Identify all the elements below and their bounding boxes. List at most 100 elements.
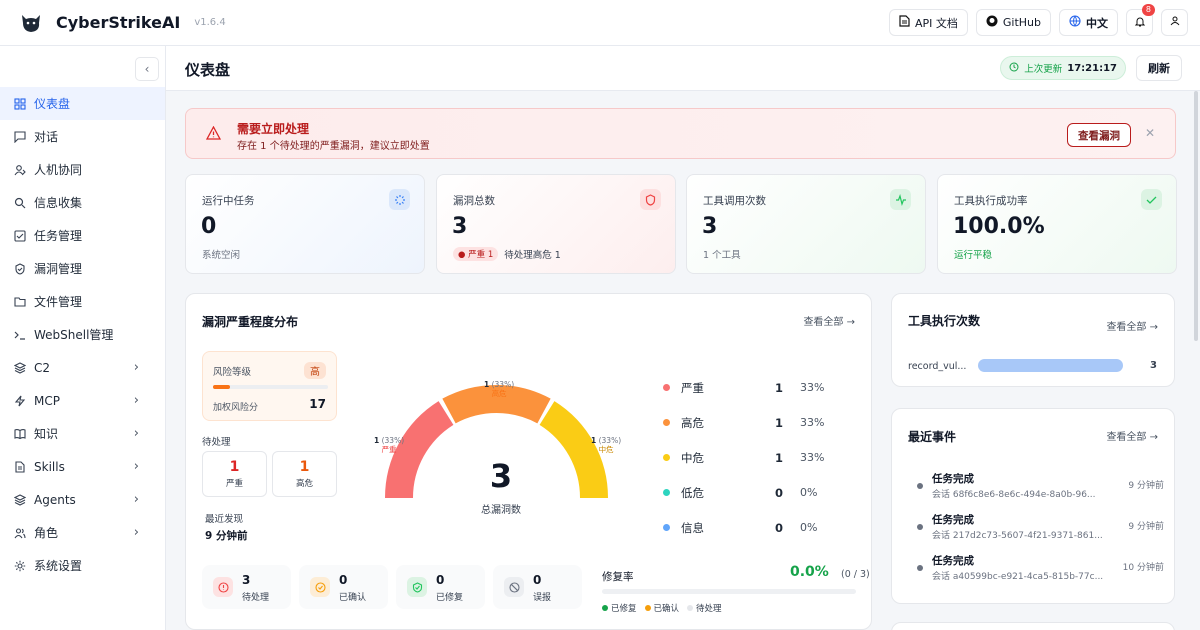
page-title: 仪表盘 xyxy=(185,61,231,79)
sidebar-item-collab[interactable]: 人机协同 xyxy=(0,153,165,186)
risk-label: 风险等级 xyxy=(213,367,252,378)
sidebar-item-mcp[interactable]: MCP › xyxy=(0,384,165,417)
gauge-label-critical: 1 (33%) 严重 xyxy=(374,436,404,454)
card-title: 工具执行次数 xyxy=(908,314,981,328)
card-title: 漏洞严重程度分布 xyxy=(202,315,299,329)
stat-sub: ● 严重 1 待处理高危 1 xyxy=(453,247,561,261)
card-title: 最近事件 xyxy=(908,430,957,444)
event-item[interactable]: 任务完成 会话 a40599bc-e921-4ca5-815b-77c... 1… xyxy=(908,553,1164,591)
gauge-pct: (33%) xyxy=(598,436,622,445)
gauge-segment-high xyxy=(442,385,551,424)
view-all-link[interactable]: 查看全部 → xyxy=(1106,318,1158,333)
legend-dot xyxy=(663,384,670,391)
view-vulns-button[interactable]: 查看漏洞 xyxy=(1067,123,1131,147)
view-all-link[interactable]: 查看全部 → xyxy=(1106,428,1158,443)
gauge-count: 1 xyxy=(484,380,490,389)
pending-critical-box[interactable]: 1 严重 xyxy=(202,451,267,497)
event-time: 10 分钟前 xyxy=(1122,563,1164,573)
scrollbar[interactable] xyxy=(1194,91,1198,341)
event-dot xyxy=(917,565,923,571)
gauge-total: 3 xyxy=(489,457,513,495)
sidebar-item-dashboard[interactable]: 仪表盘 xyxy=(0,87,165,120)
sidebar-item-label: WebShell管理 xyxy=(34,328,114,342)
fix-legend-confirmed: 已确认 xyxy=(644,602,679,614)
legend-count: 1 xyxy=(775,450,784,465)
stat-sub: 1 个工具 xyxy=(703,247,741,261)
collapse-sidebar-button[interactable]: ‹ xyxy=(135,57,159,81)
sidebar-item-c2[interactable]: C2 › xyxy=(0,351,165,384)
legend-row-low[interactable]: 低危 0 0% xyxy=(663,475,843,510)
alert-title: 需要立即处理 xyxy=(237,122,310,136)
chevron-right-icon: › xyxy=(133,360,139,375)
sidebar-item-tasks[interactable]: 任务管理 xyxy=(0,219,165,252)
status-false-positive-box[interactable]: 0 误报 xyxy=(493,565,582,609)
pending-label: 待处理 xyxy=(202,437,231,448)
recent-label: 最近发现 xyxy=(205,514,244,525)
event-item[interactable]: 任务完成 会话 68f6c8e6-8e6c-494e-8a0b-96... 9 … xyxy=(908,471,1164,509)
last-update-label: 上次更新 xyxy=(1024,64,1063,75)
legend-row-medium[interactable]: 中危 1 33% xyxy=(663,440,843,475)
loader-icon xyxy=(389,189,410,210)
sidebar-item-skills[interactable]: Skills › xyxy=(0,450,165,483)
sidebar-item-agents[interactable]: Agents › xyxy=(0,483,165,516)
sidebar-item-label: 仪表盘 xyxy=(34,97,71,111)
terminal-icon xyxy=(13,328,27,342)
event-item[interactable]: 任务完成 会话 217d2c73-5607-4f21-9371-861... 9… xyxy=(908,512,1164,550)
gauge-count: 1 xyxy=(374,436,380,445)
chevron-right-icon: › xyxy=(133,426,139,441)
sidebar-item-recon[interactable]: 信息收集 xyxy=(0,186,165,219)
sidebar-item-webshell[interactable]: WebShell管理 xyxy=(0,318,165,351)
gear-icon xyxy=(13,559,27,573)
legend-dot xyxy=(663,489,670,496)
sidebar-item-chat[interactable]: 对话 xyxy=(0,120,165,153)
pending-num: 1 xyxy=(299,459,310,475)
github-icon xyxy=(986,15,998,30)
sidebar-item-label: Skills xyxy=(34,459,65,474)
status-label: 待处理 xyxy=(242,593,270,603)
sidebar-item-files[interactable]: 文件管理 xyxy=(0,285,165,318)
next-card-edge xyxy=(891,622,1175,630)
gauge-count: 1 xyxy=(591,436,597,445)
status-label: 误报 xyxy=(533,593,552,603)
close-icon[interactable]: ✕ xyxy=(1145,126,1155,140)
notifications-button[interactable]: 8 xyxy=(1126,4,1155,36)
sidebar-item-label: 文件管理 xyxy=(34,295,83,309)
sidebar-item-settings[interactable]: 系统设置 xyxy=(0,549,165,582)
legend-dot xyxy=(663,524,670,531)
status-fixed-box[interactable]: 0 已修复 xyxy=(396,565,485,609)
clock-icon xyxy=(1009,62,1019,75)
legend-name: 中危 xyxy=(681,450,704,465)
legend-row-info[interactable]: 信息 0 0% xyxy=(663,510,843,545)
fix-legend-label: 待处理 xyxy=(696,604,722,614)
sidebar-item-label: 漏洞管理 xyxy=(34,262,83,276)
status-num: 0 xyxy=(339,573,348,587)
pending-txt: 高危 xyxy=(295,479,313,489)
cat-logo-icon[interactable] xyxy=(18,10,44,36)
fix-rate-bar xyxy=(602,589,856,594)
user-menu-button[interactable] xyxy=(1161,9,1188,36)
legend-row-high[interactable]: 高危 1 33% xyxy=(663,405,843,440)
sidebar-item-knowledge[interactable]: 知识 › xyxy=(0,417,165,450)
user-collab-icon xyxy=(13,163,27,177)
github-button[interactable]: GitHub xyxy=(975,9,1051,36)
status-label: 已修复 xyxy=(436,593,464,603)
sidebar-item-roles[interactable]: 角色 › xyxy=(0,516,165,549)
risk-progress-fill xyxy=(213,385,231,389)
sidebar-item-vulns[interactable]: 漏洞管理 xyxy=(0,252,165,285)
chevron-right-icon: › xyxy=(133,393,139,408)
gauge-pct: (33%) xyxy=(491,380,515,389)
pending-high-box[interactable]: 1 高危 xyxy=(272,451,337,497)
legend-row-critical[interactable]: 严重 1 33% xyxy=(663,370,843,405)
status-confirmed-box[interactable]: 0 已确认 xyxy=(299,565,388,609)
api-docs-button[interactable]: API 文档 xyxy=(888,9,968,36)
fix-legend-label: 已修复 xyxy=(611,604,637,614)
activity-icon xyxy=(890,189,911,210)
view-all-link[interactable]: 查看全部 → xyxy=(803,313,855,328)
refresh-button[interactable]: 刷新 xyxy=(1136,55,1182,81)
book-icon xyxy=(13,427,27,441)
user-icon xyxy=(1170,16,1180,29)
stat-value: 100.0% xyxy=(953,214,1045,239)
status-pending-box[interactable]: 3 待处理 xyxy=(202,565,291,609)
language-button[interactable]: 中文 xyxy=(1059,9,1118,36)
chevron-left-icon: ‹ xyxy=(144,62,150,76)
